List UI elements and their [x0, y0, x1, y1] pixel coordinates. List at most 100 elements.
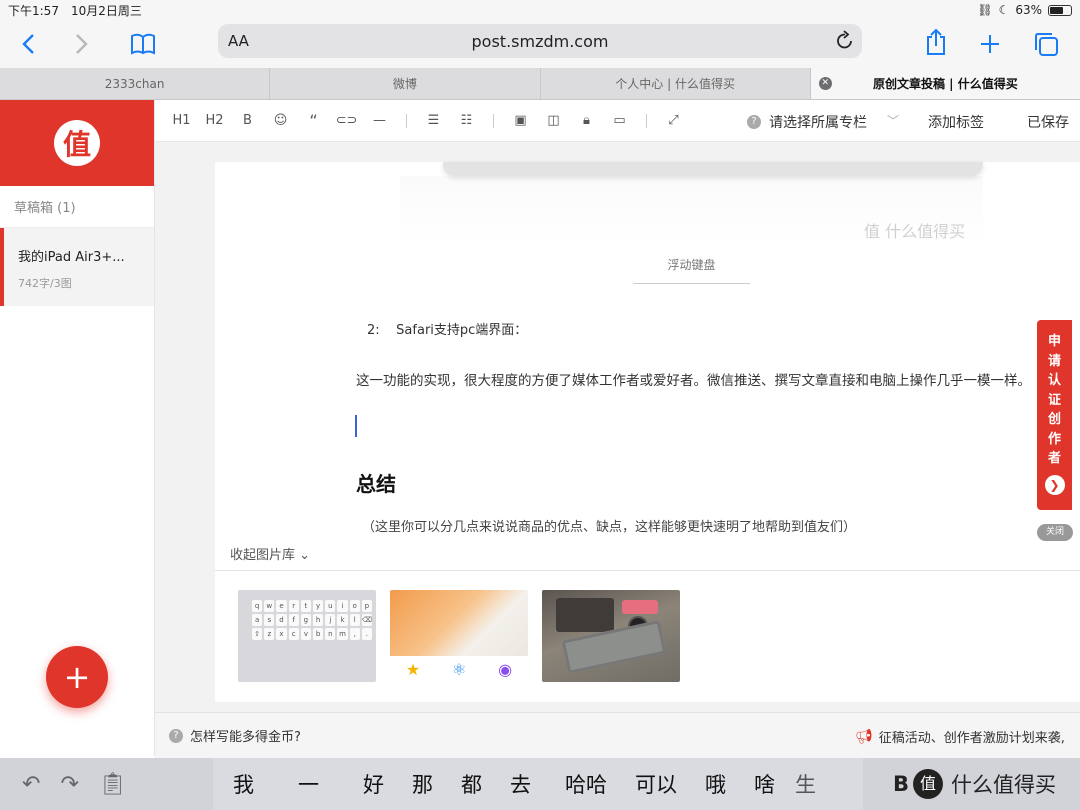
keyboard-keys: qwertyuiop a s d f g h j k l ⌫ ⇧ z x c v b n m,. — [252, 600, 372, 640]
tab-article-submission[interactable]: ✕ 原创文章投稿 | 什么值得买 — [810, 68, 1080, 99]
toolbar-separator — [406, 113, 407, 128]
toolbar-separator — [493, 113, 494, 128]
drafts-header[interactable]: 草稿箱 (1) — [0, 186, 154, 228]
candidate-word[interactable]: 去 — [496, 769, 545, 799]
megaphone-icon: 📢︎ — [855, 728, 873, 745]
atom-icon: ⚛ — [452, 659, 467, 679]
tabs-icon — [1035, 33, 1058, 56]
chevron-down-icon[interactable]: ﹀ — [887, 112, 899, 129]
tab-weibo[interactable]: 微博 — [270, 68, 541, 99]
quote-button[interactable]: “ — [297, 111, 330, 130]
divider-button[interactable]: — — [363, 113, 396, 128]
share-button[interactable] — [914, 22, 958, 62]
redo-icon[interactable]: ↷ — [60, 772, 78, 797]
url-text[interactable]: post.smzdm.com — [218, 32, 862, 51]
app-icons-row: ★ ⚛ ◉ — [390, 656, 528, 682]
reader-view-button[interactable]: AA — [228, 32, 249, 50]
smzdm-logo[interactable]: 值 — [54, 120, 100, 166]
summary-placeholder[interactable]: （这里你可以分几点来说说商品的优点、缺点，这样能够更快速明了地帮助到值友们） — [362, 516, 856, 535]
book-icon — [131, 33, 155, 55]
keyboard-candidate-bar: ↶ ↷ 📋︎ 我 一 好 那 都 去 哈哈 可以 哦 啥 生 B 值 什么值得买 — [0, 758, 1080, 810]
banner-char: 者 — [1047, 451, 1061, 466]
library-image-desk[interactable] — [542, 590, 680, 682]
battery-icon — [1048, 4, 1072, 16]
article-paragraph[interactable]: 这一功能的实现，很大程度的方便了媒体工作者或爱好者。微信推送、撰写文章直接和电脑… — [356, 369, 1031, 389]
image-watermark: 值 什么值得买 — [864, 222, 966, 241]
close-tab-icon[interactable]: ✕ — [818, 77, 832, 90]
bold-button[interactable]: B — [231, 113, 264, 128]
candidate-word[interactable]: 都 — [447, 769, 496, 799]
new-draft-button[interactable]: + — [46, 646, 108, 708]
candidate-word[interactable]: 一 — [268, 769, 349, 799]
candidate-word[interactable]: 那 — [398, 769, 447, 799]
help-icon: ? — [747, 115, 761, 129]
link-icon[interactable]: ⊂⊃ — [330, 113, 363, 128]
column-select[interactable]: ? 请选择所属专栏 — [747, 112, 867, 132]
draft-item[interactable]: 我的iPad Air3+... 742字/3图 — [0, 228, 154, 306]
promo-text: 征稿活动、创作者激励计划来袭, — [878, 731, 1065, 746]
close-banner-button[interactable]: 关闭 — [1037, 524, 1073, 541]
tab-2333chan[interactable]: 2333chan — [0, 68, 271, 99]
candidate-word[interactable]: 哈哈 — [545, 769, 621, 799]
new-tab-button[interactable] — [968, 24, 1012, 64]
brand-watermark: 什么值得买 — [951, 773, 1057, 797]
image-caption[interactable]: 浮动键盘 — [633, 256, 750, 284]
collapse-image-library-button[interactable]: 收起图片库 ⌄ — [230, 544, 310, 563]
undo-icon[interactable]: ↶ — [22, 772, 40, 797]
status-right: ⛓ ☾ 63% — [977, 3, 1072, 17]
banner-char: 请 — [1047, 353, 1061, 369]
apply-creator-banner[interactable]: 申 请 认 证 创 作 者 ❯ — [1037, 320, 1072, 510]
coin-tips-link[interactable]: 怎样写能多得金币? — [190, 726, 301, 745]
add-tags-button[interactable]: 添加标签 — [928, 112, 984, 132]
heading2-button[interactable]: H2 — [198, 113, 231, 128]
fullscreen-icon[interactable]: ⤢ — [657, 113, 690, 128]
status-date: 10月2日周三 — [70, 3, 142, 18]
banner-char: 认 — [1047, 373, 1061, 388]
list-item-heading[interactable]: 2: Safari支持pc端界面： — [367, 319, 527, 338]
candidate-word[interactable]: 我 — [213, 769, 268, 799]
tab-personal-center[interactable]: 个人中心 | 什么值得买 — [541, 68, 811, 99]
plus-icon — [981, 35, 999, 53]
heading1-button[interactable]: H1 — [165, 113, 198, 128]
tabs-button[interactable] — [1024, 24, 1068, 64]
tab-label: 2333chan — [104, 76, 165, 91]
candidate-word[interactable]: 生 — [789, 769, 830, 799]
numbered-list-icon[interactable]: ☷ — [450, 113, 483, 128]
promo-notice[interactable]: 📢︎ 征稿活动、创作者激励计划来袭, — [855, 727, 1065, 747]
candidate-word[interactable]: 好 — [349, 769, 398, 799]
banner-char: 作 — [1047, 431, 1061, 447]
bookmarks-button[interactable] — [121, 24, 165, 64]
library-image-ipad[interactable]: ★ ⚛ ◉ — [390, 590, 528, 682]
status-time: 下午1:57 — [8, 3, 59, 18]
gallery-icon[interactable]: ◫ — [537, 113, 570, 128]
draft-meta: 742字/3图 — [18, 277, 72, 290]
candidate-word[interactable]: 啥 — [740, 769, 789, 799]
arrow-right-icon[interactable]: ❯ — [1044, 474, 1065, 495]
emoji-icon[interactable]: ☺ — [264, 113, 297, 128]
library-image-keyboard[interactable]: qwertyuiop a s d f g h j k l ⌫ ⇧ z x c v b n m,. — [238, 590, 376, 682]
lock-icon[interactable]: 🔒︎ — [570, 113, 603, 128]
candidate-word[interactable]: 哦 — [691, 769, 740, 799]
device-shape — [556, 598, 614, 632]
tab-bar: 2333chan 微博 个人中心 | 什么值得买 ✕ 原创文章投稿 | 什么值得… — [0, 68, 1080, 100]
video-icon[interactable]: ▭ — [603, 113, 636, 128]
back-button[interactable] — [6, 24, 50, 64]
logo-area: 值 — [0, 100, 154, 186]
browser-toolbar: AA post.smzdm.com — [0, 20, 1080, 68]
moon-icon: ☾ — [998, 3, 1010, 17]
forward-button[interactable] — [60, 24, 104, 64]
back-icon — [22, 34, 34, 54]
tab-label: 个人中心 | 什么值得买 — [615, 77, 735, 91]
pink-device-shape — [622, 600, 658, 614]
bullet-list-icon[interactable]: ☰ — [417, 113, 450, 128]
hint-bar: ? 怎样写能多得金币? 📢︎ 征稿活动、创作者激励计划来袭, — [155, 712, 1080, 758]
candidate-word[interactable]: 可以 — [621, 769, 691, 799]
paste-icon[interactable]: 📋︎ — [99, 772, 127, 797]
address-bar[interactable]: AA post.smzdm.com — [218, 24, 862, 58]
image-icon[interactable]: ▣ — [504, 113, 537, 128]
bold-key[interactable]: B — [893, 772, 909, 796]
help-icon: ? — [169, 728, 183, 743]
link-icon: ⛓ — [977, 3, 993, 17]
section-heading[interactable]: 总结 — [356, 468, 396, 497]
reload-icon[interactable] — [836, 30, 854, 54]
